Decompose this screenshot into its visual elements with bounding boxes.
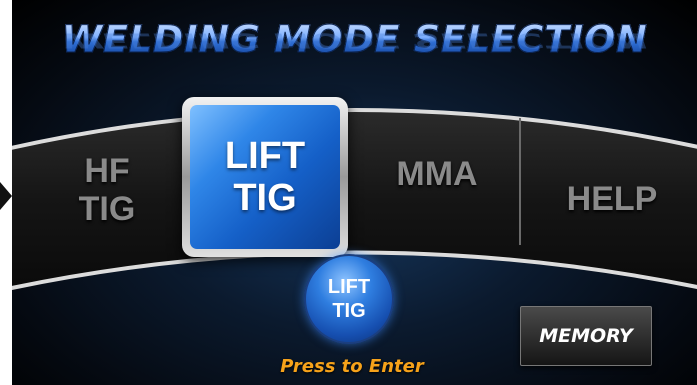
memory-button[interactable]: MEMORY — [520, 306, 652, 366]
mode-hf-tig[interactable]: HF TIG — [52, 152, 162, 228]
press-to-enter-label: Press to Enter — [280, 356, 424, 377]
mode-selection-screen: WELDING MODE SELECTION WELDING MODE SELE… — [12, 0, 697, 385]
mode-help[interactable]: HELP — [547, 180, 677, 218]
mode-lift-tig-selected[interactable]: LIFT TIG — [182, 97, 348, 257]
enter-mode-button[interactable]: LIFT TIG — [304, 254, 394, 344]
selection-pointer-icon — [0, 182, 12, 210]
mode-mma[interactable]: MMA — [372, 155, 502, 193]
